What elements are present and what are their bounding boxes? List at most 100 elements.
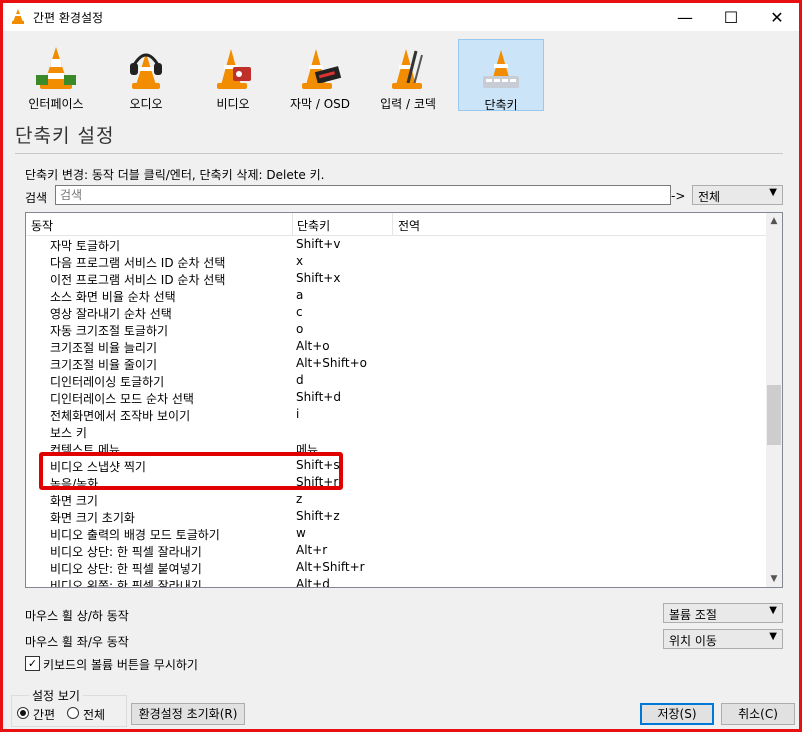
video-cone-icon xyxy=(217,49,251,89)
table-row[interactable]: 크기조절 비율 줄이기 Alt+Shift+o xyxy=(26,355,766,372)
table-row[interactable]: 비디오 왼쪽: 한 픽셀 잘라내기 Alt+d xyxy=(26,576,766,587)
hotkey-cell: c xyxy=(296,305,303,319)
category-label: 입력 / 코덱 xyxy=(380,97,436,111)
close-button[interactable]: ✕ xyxy=(754,3,799,31)
ignore-volume-keys-checkbox[interactable]: ✓ xyxy=(25,656,40,671)
audio-headphones-cone-icon xyxy=(130,53,162,89)
view-all-radio[interactable] xyxy=(67,707,79,719)
input-codec-cone-icon xyxy=(392,49,423,89)
action-cell: 비디오 상단: 한 픽셀 잘라내기 xyxy=(50,545,202,559)
hotkey-hint-text: 단축키 변경: 동작 더블 클릭/엔터, 단축키 삭제: Delete 키. xyxy=(25,168,325,182)
table-row[interactable]: 크기조절 비율 늘리기 Alt+o xyxy=(26,338,766,355)
table-row[interactable]: 영상 잘라내기 순차 선택 c xyxy=(26,304,766,321)
hotkey-cell: Alt+Shift+o xyxy=(296,356,367,370)
table-row[interactable]: 자동 크기조절 토글하기 o xyxy=(26,321,766,338)
save-button[interactable]: 저장(S) xyxy=(640,703,714,725)
action-cell: 자동 크기조절 토글하기 xyxy=(50,324,169,338)
category-label: 자막 / OSD xyxy=(289,97,351,111)
annotation-highlight-box xyxy=(39,452,343,490)
action-cell: 화면 크기 초기화 xyxy=(50,511,135,525)
action-cell: 크기조절 비율 늘리기 xyxy=(50,341,157,355)
category-label: 오디오 xyxy=(129,97,163,111)
category-toolbar: 인터페이스 오디오 비디오 자막 / OSD 입력 / 코덱 단축키 xyxy=(3,31,799,115)
hotkey-cell: Alt+Shift+r xyxy=(296,560,365,574)
column-divider[interactable] xyxy=(292,213,293,235)
table-row[interactable]: 비디오 출력의 배경 모드 토글하기 w xyxy=(26,525,766,542)
search-scope-select[interactable]: 전체 ▼ xyxy=(692,185,783,205)
category-input-codec[interactable]: 입력 / 코덱 xyxy=(365,39,451,111)
table-row[interactable]: 화면 크기 z xyxy=(26,491,766,508)
column-divider[interactable] xyxy=(392,213,393,235)
interface-cone-icon xyxy=(36,47,76,89)
maximize-button[interactable]: ☐ xyxy=(708,3,754,31)
category-hotkeys[interactable]: 단축키 xyxy=(458,39,544,112)
column-header-action[interactable]: 동작 xyxy=(31,217,53,234)
scroll-down-arrow-icon[interactable]: ▼ xyxy=(766,571,782,587)
hotkey-cell: z xyxy=(296,492,303,506)
action-cell: 자막 토글하기 xyxy=(50,239,121,253)
minimize-button[interactable]: — xyxy=(662,3,708,31)
table-scrollbar[interactable]: ▲ ▼ xyxy=(766,213,782,587)
category-video[interactable]: 비디오 xyxy=(190,39,276,111)
table-row[interactable]: 디인터레이싱 토글하기 d xyxy=(26,372,766,389)
hotkey-cell: Shift+d xyxy=(296,390,341,404)
hotkey-cell: Alt+d xyxy=(296,577,330,587)
table-row[interactable]: 화면 크기 초기화 Shift+z xyxy=(26,508,766,525)
category-label: 비디오 xyxy=(216,97,250,111)
action-cell: 비디오 왼쪽: 한 픽셀 잘라내기 xyxy=(50,579,202,587)
preferences-window: 간편 환경설정 — ☐ ✕ 인터페이스 오디오 비디오 자막 / OSD 입력 … xyxy=(0,0,802,732)
reset-preferences-button[interactable]: 환경설정 초기화(R) xyxy=(131,703,245,725)
search-label: 검색 xyxy=(25,191,48,205)
view-simple-label[interactable]: 간편 xyxy=(33,706,55,723)
category-subtitles-osd[interactable]: 자막 / OSD xyxy=(277,39,363,111)
column-header-global[interactable]: 전역 xyxy=(398,217,420,234)
action-cell: 크기조절 비율 줄이기 xyxy=(50,358,157,372)
category-label: 단축키 xyxy=(484,98,518,112)
hotkeys-cone-icon xyxy=(483,50,519,88)
action-cell: 화면 크기 xyxy=(50,494,98,508)
ignore-volume-keys-label[interactable]: 키보드의 볼륨 버튼을 무시하기 xyxy=(43,656,198,673)
subtitles-cone-icon xyxy=(302,49,342,89)
wheel-vertical-label: 마우스 휠 상/하 동작 xyxy=(25,609,129,623)
table-row[interactable]: 소스 화면 비율 순차 선택 a xyxy=(26,287,766,304)
table-row[interactable]: 비디오 상단: 한 픽셀 붙여넣기 Alt+Shift+r xyxy=(26,559,766,576)
scroll-up-arrow-icon[interactable]: ▲ xyxy=(766,213,782,229)
column-header-hotkey[interactable]: 단축키 xyxy=(297,217,330,234)
view-simple-radio[interactable] xyxy=(17,707,29,719)
action-cell: 소스 화면 비율 순차 선택 xyxy=(50,290,176,304)
wheel-vertical-select[interactable]: 볼륨 조절 ▼ xyxy=(663,603,783,623)
divider xyxy=(15,153,783,154)
table-row[interactable]: 자막 토글하기 Shift+v xyxy=(26,236,766,253)
hotkey-cell: Shift+x xyxy=(296,271,341,285)
category-audio[interactable]: 오디오 xyxy=(103,39,189,111)
table-row[interactable]: 다음 프로그램 서비스 ID 순차 선택 x xyxy=(26,253,766,270)
hotkey-cell: Alt+r xyxy=(296,543,328,557)
search-input[interactable] xyxy=(55,185,671,205)
table-row[interactable]: 디인터레이스 모드 순차 선택 Shift+d xyxy=(26,389,766,406)
hotkey-cell: o xyxy=(296,322,304,336)
action-cell: 디인터레이싱 토글하기 xyxy=(50,375,165,389)
hotkey-cell: d xyxy=(296,373,304,387)
category-interface[interactable]: 인터페이스 xyxy=(13,39,99,111)
action-cell: 비디오 상단: 한 픽셀 붙여넣기 xyxy=(50,562,202,576)
table-row[interactable]: 이전 프로그램 서비스 ID 순차 선택 Shift+x xyxy=(26,270,766,287)
hotkeys-table[interactable]: 동작 단축키 전역 자막 토글하기 Shift+v 다음 프로그램 서비스 ID … xyxy=(25,212,783,588)
wheel-horizontal-label: 마우스 휠 좌/우 동작 xyxy=(25,635,129,649)
action-cell: 디인터레이스 모드 순차 선택 xyxy=(50,392,194,406)
hotkey-cell: Shift+z xyxy=(296,509,340,523)
table-row[interactable]: 비디오 상단: 한 픽셀 잘라내기 Alt+r xyxy=(26,542,766,559)
vlc-cone-icon xyxy=(12,9,24,24)
cancel-button[interactable]: 취소(C) xyxy=(721,703,795,725)
scrollbar-thumb[interactable] xyxy=(767,385,781,445)
table-row[interactable]: 보스 키 xyxy=(26,423,766,440)
hotkey-cell: x xyxy=(296,254,304,268)
view-all-label[interactable]: 전체 xyxy=(83,706,105,723)
table-body: 자막 토글하기 Shift+v 다음 프로그램 서비스 ID 순차 선택 x 이전 … xyxy=(26,236,766,587)
hotkey-cell: Alt+o xyxy=(296,339,330,353)
section-title: 단축키 설정 xyxy=(15,125,115,147)
search-arrow-label: -> xyxy=(671,189,686,203)
wheel-horizontal-select[interactable]: 위치 이동 ▼ xyxy=(663,629,783,649)
table-row[interactable]: 전체화면에서 조작바 보이기 i xyxy=(26,406,766,423)
category-label: 인터페이스 xyxy=(28,97,84,111)
hotkey-cell: a xyxy=(296,288,304,302)
